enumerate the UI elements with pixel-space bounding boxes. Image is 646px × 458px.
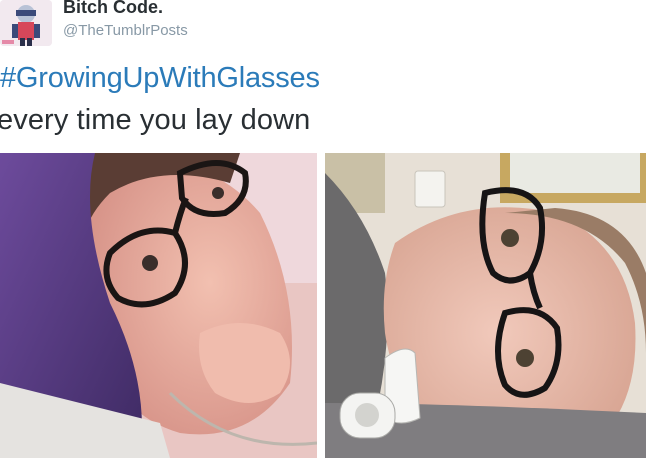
photo-right-image (325, 153, 646, 458)
display-name[interactable]: Bitch Code. (63, 0, 163, 18)
photo-left-image (0, 153, 317, 458)
media-photo-right[interactable] (325, 153, 646, 458)
media-photo-left[interactable] (0, 153, 317, 458)
avatar-image (0, 0, 52, 46)
user-handle[interactable]: @TheTumblrPosts (63, 22, 188, 39)
tweet-card: Bitch Code. @TheTumblrPosts #GrowingUpWi… (0, 0, 646, 458)
profile-avatar[interactable] (0, 0, 52, 46)
hashtag-link[interactable]: #GrowingUpWithGlasses (0, 62, 320, 95)
tweet-text: every time you lay down (0, 104, 311, 136)
